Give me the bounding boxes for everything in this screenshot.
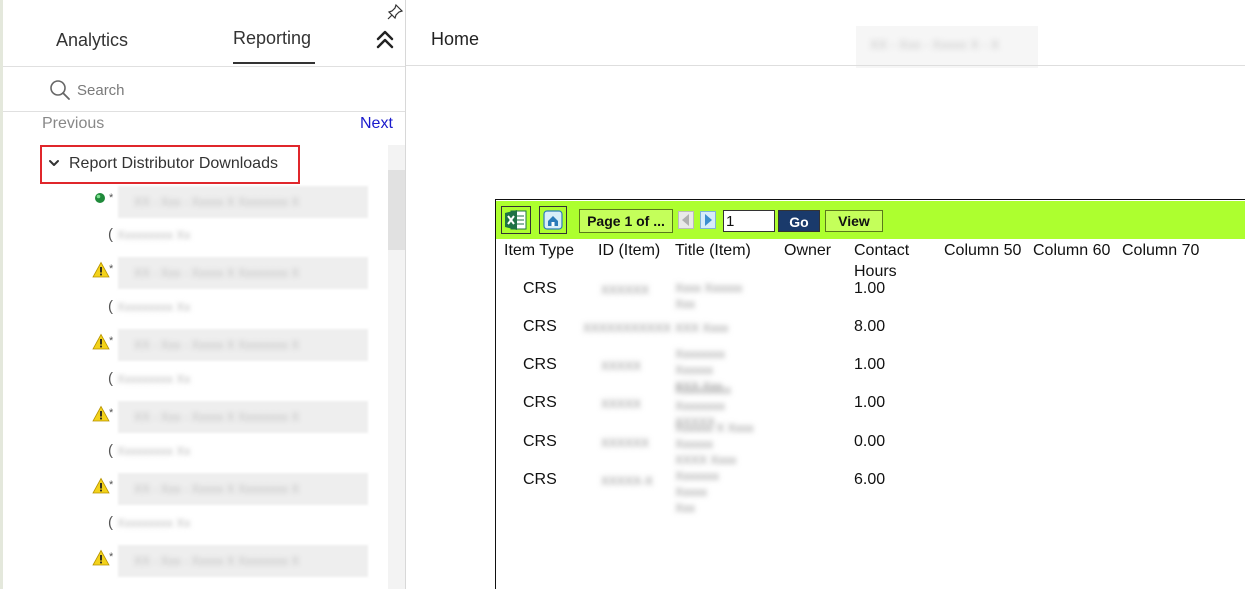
column-header-column-50: Column 50 [944,242,1022,259]
cell-item-type: CRS [523,471,557,488]
tree-item-detail: (Xxxxxxxxx Xx [108,298,191,315]
cell-item-type: CRS [523,280,557,297]
tree-item-detail: (Xxxxxxxxx Xx [108,442,191,459]
redacted-title: Xxxx Xxxxxx Xxx [675,281,743,311]
report-home-button[interactable] [539,206,567,234]
tab-reporting[interactable]: Reporting [233,28,311,49]
report-toolbar: Page 1 of ... Go View [496,201,1245,239]
tree-item-detail-prefix: ( [108,514,113,531]
redacted-id: XXXXX [601,397,642,411]
warning-icon [92,261,110,278]
tree-item-detail-prefix: ( [108,442,113,459]
column-header-owner: Owner [784,242,832,259]
tree-item-detail-prefix: ( [108,370,113,387]
redacted-id: XXXXXX [601,436,650,450]
tab-analytics[interactable]: Analytics [56,30,128,51]
redacted-id: XXXXX [601,359,642,373]
tree-item[interactable]: * XX - Xxx - Xxxxx X Xxxxxxxx X [92,329,372,361]
tree-node-report-distributor-downloads[interactable]: Report Distributor Downloads [40,145,300,184]
search-input[interactable] [77,79,377,101]
column-header-title: Title (Item) [675,242,751,259]
redacted-id: XXXXX-X [601,474,654,488]
tree-item-detail: (Xxxxxxxxx Xx [108,226,191,243]
redacted-title: Xxxxxxx Xxxxx Xxx [675,469,720,515]
redacted-id: XXXXXXXXXXX [583,321,672,335]
tree-item-detail-prefix: ( [108,226,113,243]
redacted-text: XX - Xxx - Xxxxx X Xxxxxxxx X [118,329,368,361]
tree-item-marker: * [109,479,114,491]
tree-item-marker: * [109,335,114,347]
cell-contact-hours: 6.00 [854,471,886,488]
report-viewer: Page 1 of ... Go View Item Type ID (Item… [495,199,1245,589]
next-link[interactable]: Next [360,115,393,133]
tree-item-marker: * [109,263,114,275]
cell-contact-hours: 1.00 [854,394,886,411]
tree-scrollbar[interactable] [388,145,405,589]
redacted-title: Xxxxxx X Xxxx Xxxxxx XXXX Xxxx [675,421,754,467]
breadcrumb-home[interactable]: Home [431,29,479,50]
go-button[interactable]: Go [778,210,820,232]
scrollbar-thumb[interactable] [388,170,405,250]
home-icon [543,210,563,230]
cell-item-type: CRS [523,394,557,411]
green-circle-icon [95,193,105,203]
tree-item-marker: * [109,551,114,563]
view-button[interactable]: View [825,210,883,232]
redacted-text: XX - Xxx - Xxxxx X Xxxxxxxx X [118,401,368,433]
tree-item-marker: * [109,192,114,204]
cell-item-type: CRS [523,318,557,335]
tree-item[interactable]: * XX - Xxx - Xxxxx X Xxxxxxxx X [92,545,372,577]
column-header-contact-hours: Contact Hours [854,242,910,280]
navigation-panel: Analytics Reporting Previous Next Report… [0,0,406,589]
warning-icon [92,405,110,422]
tree-item-detail-prefix: ( [108,298,113,315]
column-header-id: ID (Item) [598,242,661,259]
redacted-text: XX - Xxx - Xxxxx X Xxxxxxxx X [118,257,368,289]
cell-contact-hours: 1.00 [854,356,886,373]
warning-icon [92,549,110,566]
next-page-button[interactable] [700,211,716,229]
tree-item[interactable]: * XX - Xxx - Xxxxx X Xxxxxxxx X [92,186,372,218]
warning-icon [92,477,110,494]
cell-item-type: CRS [523,433,557,450]
cell-contact-hours: 1.00 [854,280,886,297]
redacted-header-text: XX - Xxx - Xxxxx X - X [856,26,1038,68]
pin-icon[interactable] [386,3,404,21]
page-indicator: Page 1 of ... [579,209,673,233]
redacted-id: XXXXXX [601,283,650,297]
tree-item[interactable]: * XX - Xxx - Xxxxx X Xxxxxxxx X [92,473,372,505]
previous-link[interactable]: Previous [42,115,104,133]
page-number-input[interactable] [723,210,775,232]
search-icon [50,80,70,100]
column-header-column-60: Column 60 [1033,242,1111,259]
cell-contact-hours: 8.00 [854,318,886,335]
column-header-item-type: Item Type [504,242,574,259]
excel-export-icon [505,210,527,230]
redacted-text: XX - Xxx - Xxxxx X Xxxxxxxx X [118,186,368,218]
tree-item-marker: * [109,407,114,419]
double-chevron-up-icon[interactable] [373,27,397,51]
chevron-down-icon[interactable] [48,157,60,169]
tree-item-detail: (Xxxxxxxxx Xx [108,514,191,531]
redacted-text: XX - Xxx - Xxxxx X Xxxxxxxx X [118,545,368,577]
search-bar [3,67,405,112]
cell-item-type: CRS [523,356,557,373]
excel-export-button[interactable] [501,206,531,234]
active-tab-indicator [233,62,315,64]
tree-node-label: Report Distributor Downloads [69,155,278,172]
column-header-column-70: Column 70 [1122,242,1200,259]
header-divider [406,65,1245,66]
cell-contact-hours: 0.00 [854,433,886,450]
redacted-text: XX - Xxx - Xxxxx X Xxxxxxxx X [118,473,368,505]
tree-item[interactable]: * XX - Xxx - Xxxxx X Xxxxxxxx X [92,401,372,433]
previous-page-button[interactable] [678,211,694,229]
warning-icon [92,333,110,350]
tree-item-detail: (Xxxxxxxxx Xx [108,370,191,387]
tree-item[interactable]: * XX - Xxx - Xxxxx X Xxxxxxxx X [92,257,372,289]
redacted-title: XXX Xxxx [675,321,729,335]
